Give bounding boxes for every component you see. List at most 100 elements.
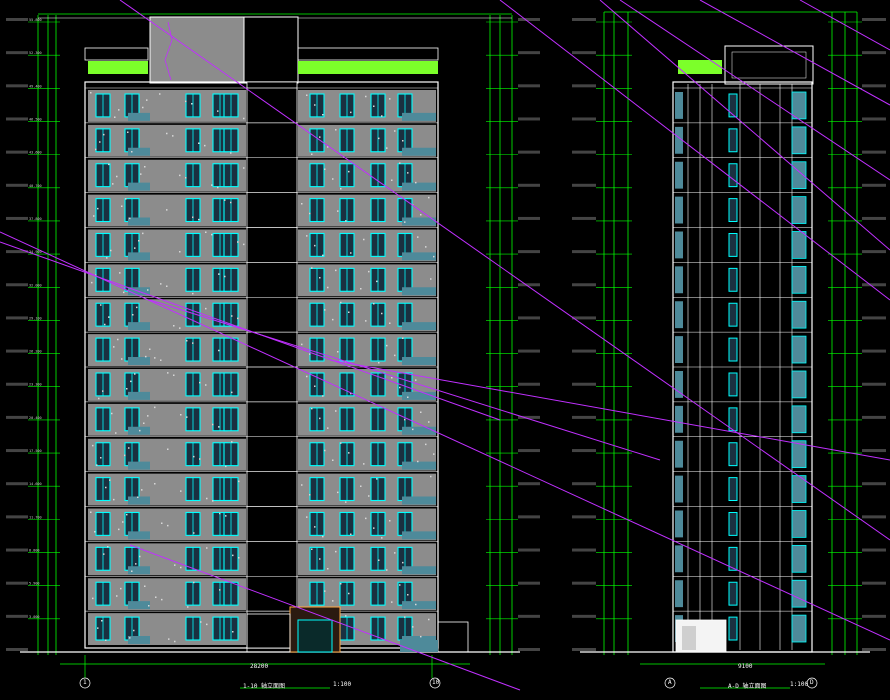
front-texture-dot	[179, 174, 181, 177]
front-texture-dot	[306, 375, 308, 378]
front-texture-dot	[100, 457, 102, 459]
front-texture-dot	[345, 220, 347, 222]
diagonal-line	[699, 0, 890, 106]
front-texture-dot	[127, 131, 129, 133]
front-texture-dot	[378, 137, 380, 140]
front-level-text-right	[518, 283, 540, 287]
front-texture-dot	[185, 100, 187, 103]
front-balcony-right	[402, 287, 436, 296]
front-texture-dot	[425, 246, 427, 248]
front-balcony-right	[402, 461, 436, 470]
front-texture-dot	[174, 564, 176, 566]
side-axis-right-label: D	[810, 679, 814, 686]
front-texture-dot	[211, 184, 213, 186]
front-texture-dot	[186, 340, 188, 342]
front-texture-dot	[415, 379, 417, 381]
side-balcony-right	[791, 510, 807, 538]
front-texture-dot	[166, 132, 168, 135]
front-level-text-left	[6, 51, 28, 55]
front-texture-dot	[324, 309, 326, 311]
front-texture-dot	[373, 105, 375, 107]
front-level-text-left	[6, 150, 28, 154]
front-texture-dot	[394, 354, 396, 357]
front-texture-dot	[206, 623, 208, 626]
front-texture-dot	[146, 99, 148, 101]
front-texture-dot	[133, 629, 135, 632]
front-texture-dot	[218, 273, 220, 275]
front-texture-dot	[428, 421, 430, 423]
front-balcony-left	[128, 357, 150, 365]
side-balcony-right	[791, 196, 807, 224]
front-texture-dot	[389, 98, 391, 100]
side-balcony-right	[791, 579, 807, 608]
front-texture-dot	[125, 198, 127, 200]
front-texture-dot	[378, 559, 380, 561]
front-texture-dot	[335, 410, 337, 412]
elevation-label: 43.600	[29, 151, 42, 155]
elevation-label: 20.400	[29, 416, 42, 420]
front-stair-tower-shaft	[243, 16, 299, 84]
front-level-text-left	[6, 515, 28, 519]
side-level-text-left	[572, 183, 596, 187]
side-balcony-left	[675, 336, 683, 363]
front-texture-dot	[147, 415, 149, 417]
elevation-label: 26.200	[29, 350, 42, 354]
side-level-text-left	[572, 382, 596, 386]
side-overall-dim: 9100	[738, 663, 753, 670]
front-ramp	[400, 640, 438, 652]
front-texture-dot	[121, 358, 123, 360]
front-texture-dot	[105, 486, 107, 489]
front-texture-dot	[314, 104, 316, 106]
front-texture-dot	[340, 301, 342, 304]
side-level-text-right	[862, 548, 886, 552]
front-texture-dot	[230, 152, 232, 154]
front-texture-dot	[232, 554, 234, 557]
elevation-label: 34.900	[29, 250, 42, 254]
front-texture-dot	[141, 489, 143, 491]
front-level-text-right	[518, 382, 540, 386]
front-balcony-left	[128, 461, 150, 470]
front-texture-dot	[327, 286, 329, 289]
side-level-text-right	[862, 415, 886, 419]
front-level-text-left	[6, 349, 28, 353]
front-level-text-right	[518, 51, 540, 55]
front-balcony-left	[128, 496, 150, 505]
front-texture-dot	[94, 531, 96, 533]
front-texture-dot	[311, 548, 313, 550]
front-texture-dot	[92, 444, 94, 447]
front-roof-garden-left	[88, 61, 148, 74]
front-texture-dot	[350, 111, 352, 114]
side-balcony-right	[791, 265, 807, 294]
front-texture-dot	[322, 114, 324, 116]
front-texture-dot	[205, 307, 207, 310]
side-window-slit	[728, 512, 738, 536]
front-level-text-left	[6, 216, 28, 220]
front-texture-dot	[231, 441, 233, 443]
front-texture-dot	[224, 199, 226, 201]
front-texture-dot	[206, 547, 208, 549]
front-texture-dot	[114, 116, 116, 118]
front-texture-dot	[324, 590, 326, 592]
front-texture-dot	[301, 203, 303, 205]
front-balcony-right	[402, 252, 436, 261]
front-texture-dot	[192, 216, 194, 218]
front-texture-dot	[225, 465, 227, 468]
side-level-text-right	[862, 216, 886, 220]
side-level-text-left	[572, 515, 596, 519]
front-texture-dot	[412, 428, 414, 431]
elevation-label: 40.700	[29, 184, 42, 188]
front-texture-dot	[324, 168, 326, 170]
front-texture-dot	[108, 163, 110, 166]
front-texture-dot	[238, 557, 240, 559]
front-texture-dot	[161, 522, 163, 524]
elevation-label: 32.000	[29, 283, 42, 287]
front-texture-dot	[420, 214, 422, 216]
front-level-text-left	[6, 183, 28, 187]
front-texture-dot	[232, 631, 234, 633]
front-texture-dot	[148, 605, 150, 607]
front-texture-dot	[394, 552, 396, 554]
front-texture-dot	[139, 429, 141, 432]
front-level-text-right	[518, 183, 540, 187]
front-texture-dot	[391, 377, 393, 379]
front-level-text-right	[518, 515, 540, 519]
